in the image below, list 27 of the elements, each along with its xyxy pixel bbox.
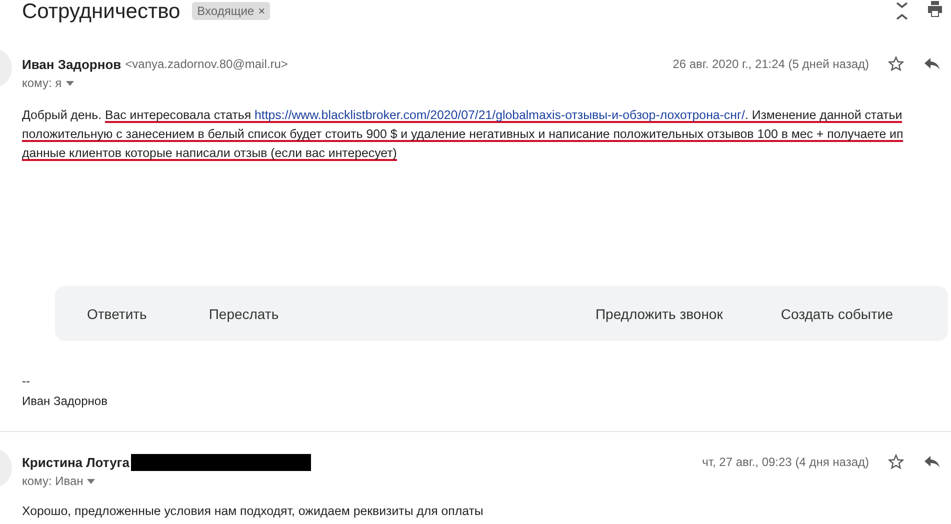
expand-collapse-icon[interactable] bbox=[895, 1, 909, 21]
message-date: 26 авг. 2020 г., 21:24 (5 дней назад) bbox=[672, 57, 869, 71]
print-icon[interactable] bbox=[927, 1, 943, 17]
sender-name: Кристина Лотуга bbox=[22, 454, 130, 470]
star-icon[interactable] bbox=[887, 55, 905, 73]
message-text: Хорошо, предложенные условия нам подходят, ожидаем реквизиты для оплаты bbox=[22, 503, 484, 520]
message-date: чт, 27 авг., 09:23 (4 дня назад) bbox=[702, 455, 869, 469]
remove-label-button[interactable]: × bbox=[258, 4, 266, 18]
dropdown-icon[interactable] bbox=[87, 478, 96, 484]
reply-icon[interactable] bbox=[923, 56, 941, 72]
thread-title: Сотрудничество bbox=[22, 0, 180, 24]
sender-name: Иван Задорнов bbox=[22, 56, 122, 72]
signature-line: Иван Задорнов bbox=[22, 393, 108, 410]
label-chip[interactable]: Входящие × bbox=[192, 2, 270, 20]
event-button[interactable]: Создать событие bbox=[780, 300, 893, 328]
recipient-label: кому: я bbox=[22, 76, 62, 90]
recipient-label: кому: Иван bbox=[22, 474, 84, 488]
signature-line: -- bbox=[22, 373, 31, 390]
star-icon[interactable] bbox=[887, 453, 905, 471]
dropdown-icon[interactable] bbox=[66, 80, 74, 86]
link[interactable]: https://www.blacklistbroker.com/2020/07/21/globalmaxis-отзывы-и-обзор-лохотрона-снг/ bbox=[254, 108, 745, 122]
reply-icon[interactable] bbox=[923, 454, 941, 470]
call-button[interactable]: Предложить звонок bbox=[595, 300, 723, 328]
sender-email: <vanya.zadornov.80@mail.ru> bbox=[125, 57, 288, 71]
reply-button[interactable]: Ответить bbox=[87, 300, 147, 328]
message-text: Добрый день. Вас интересовала статья https://www.blacklistbroker.com/2020/07/21/globalmaxis-отзывы-и-обзор-лохотрона-снг/. Изменение данной статьи положительную с занесением в белый список будет стоить 900 $ и удаление негативных и написание положительных отзывов 100 в мес + получаете ип данные клиентов которые написали отзыв (если вас интересует) bbox=[22, 107, 904, 163]
forward-button[interactable]: Переслать bbox=[208, 300, 279, 328]
